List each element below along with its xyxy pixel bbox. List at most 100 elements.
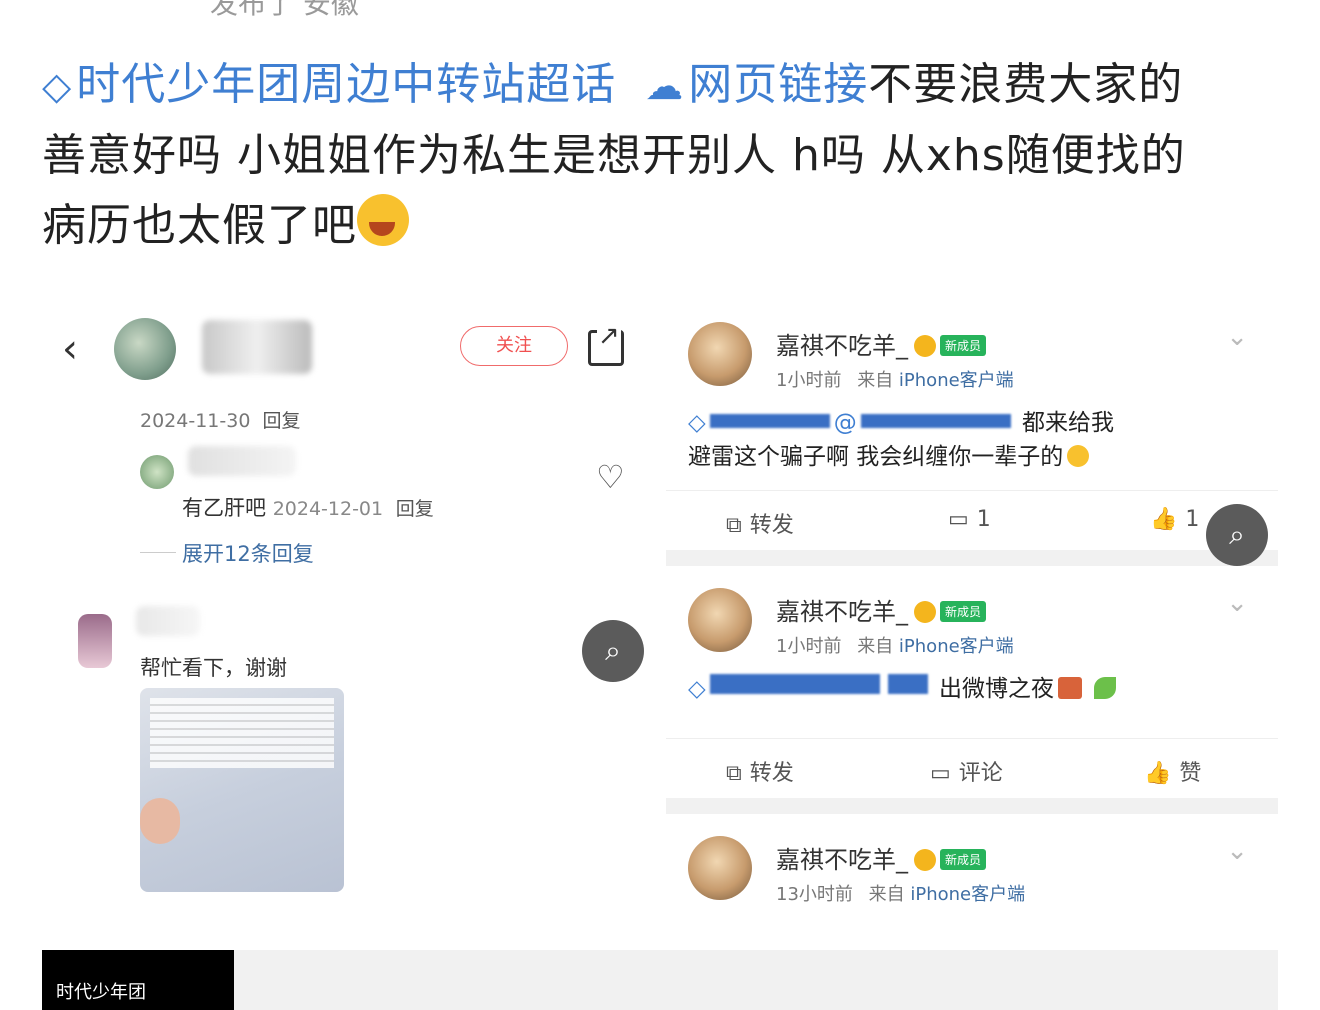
- comment-date: 2024-11-30: [140, 410, 251, 432]
- source-prefix: 来自: [868, 884, 905, 905]
- web-link-icon: ☁: [645, 64, 685, 108]
- laughing-crying-emoji-icon: [357, 194, 409, 246]
- divider: [140, 552, 176, 553]
- next-image-strip: [234, 950, 1278, 1010]
- right-screenshot: 嘉祺不吃羊_ 新成员 1小时前 来自 iPhone客户端 ⌄ ◇ @ 都来给我 避雷…: [666, 300, 1278, 915]
- source-prefix: 来自: [857, 636, 894, 657]
- medical-record-photo: [140, 688, 344, 892]
- like-button: 👍 1: [1150, 507, 1199, 532]
- reply-text: 有乙肝吧: [182, 496, 266, 520]
- username: 嘉祺不吃羊_: [776, 598, 908, 626]
- card-text: 避雷这个骗子啊 我会纠缠你一辈子的: [688, 444, 1064, 470]
- comment-meta: 2024-11-30 回复: [140, 406, 300, 433]
- expand-replies-link: 展开12条回复: [182, 542, 314, 566]
- image-search-icon[interactable]: ⌕: [582, 620, 644, 682]
- avatar: [688, 836, 752, 900]
- comment-icon: ▭: [948, 507, 969, 532]
- avatar: [140, 455, 174, 489]
- repost-button: ⧉ 转发: [726, 507, 794, 539]
- card-actions: ⧉ 转发 ▭ 评论 👍 赞: [666, 738, 1278, 799]
- comment-button: ▭ 评论: [930, 755, 1003, 787]
- repost-button: ⧉ 转发: [726, 755, 794, 787]
- vip-badge-icon: [914, 335, 936, 357]
- comment-button: ▭ 1: [948, 507, 991, 532]
- smile-emoji-icon: [1067, 445, 1090, 467]
- card-actions: ⧉ 转发 ▭ 1 👍 1: [666, 490, 1278, 551]
- source-client: iPhone客户端: [898, 636, 1014, 657]
- blurred-username: [202, 320, 312, 374]
- web-link[interactable]: 网页链接: [688, 59, 868, 110]
- leaf-emoji-icon: [1094, 677, 1117, 699]
- left-screenshot: ‹ 关注 2024-11-30 回复 ♡ 有乙肝吧 2024-12-01 回复 …: [42, 300, 652, 915]
- repost-label: 转发: [749, 761, 794, 786]
- heart-icon: ♡: [596, 458, 625, 496]
- comment-label: 评论: [958, 761, 1003, 786]
- thumbs-up-icon: 👍: [1144, 761, 1172, 786]
- hotel-emoji-icon: [1058, 677, 1083, 699]
- username-row: 嘉祺不吃羊_ 新成员: [776, 326, 987, 361]
- chevron-down-icon: ⌄: [1226, 836, 1248, 866]
- redacted-text: [887, 674, 928, 694]
- source-client: iPhone客户端: [898, 370, 1014, 391]
- source-client: iPhone客户端: [910, 884, 1026, 905]
- post-text-line2: 善意好吗 小姐姐作为私生是想开别人 h吗 从xhs随便找的: [42, 130, 1186, 181]
- redacted-text: [709, 674, 880, 694]
- avatar: [688, 322, 752, 386]
- like-count: 1: [1185, 507, 1200, 532]
- post-meta: 13小时前 来自 iPhone客户端: [776, 880, 1025, 906]
- avatar: [114, 318, 176, 380]
- post-meta: 1小时前 来自 iPhone客户端: [776, 632, 1014, 658]
- card-text: 都来给我: [1022, 410, 1115, 436]
- card-body: ◇ @ 都来给我 避雷这个骗子啊 我会纠缠你一辈子的: [688, 410, 1115, 470]
- reply-link: 回复: [395, 498, 434, 520]
- blurred-username: [188, 446, 296, 476]
- username-row: 嘉祺不吃羊_ 新成员: [776, 592, 987, 627]
- next-image-thumbnail[interactable]: 时代少年团: [42, 950, 234, 1010]
- weibo-card: 嘉祺不吃羊_ 新成员 13小时前 来自 iPhone客户端 ⌄: [666, 814, 1278, 915]
- comment-text: 帮忙看下，谢谢: [140, 656, 287, 680]
- blurred-username: [136, 606, 200, 636]
- post-time: 13小时前: [776, 884, 853, 905]
- comment-count: 1: [976, 507, 991, 532]
- repost-label: 转发: [749, 513, 794, 538]
- document-sheet: [150, 698, 334, 768]
- card-body: ◇ 出微博之夜: [688, 672, 1258, 706]
- like-label: 赞: [1179, 761, 1202, 786]
- card-text: 出微博之夜: [939, 676, 1055, 702]
- post-text-line3: 病历也太假了吧: [42, 200, 357, 251]
- share-icon: [588, 321, 624, 366]
- thumbs-up-icon: 👍: [1150, 507, 1178, 532]
- follow-button: 关注: [460, 326, 568, 366]
- username-row: 嘉祺不吃羊_ 新成员: [776, 840, 987, 875]
- previous-post-cut-text: 发布了 安徽: [210, 0, 359, 20]
- new-member-badge: 新成员: [940, 335, 987, 356]
- avatar: [688, 588, 752, 652]
- reply-row: 有乙肝吧 2024-12-01 回复: [182, 492, 434, 522]
- post-meta: 1小时前 来自 iPhone客户端: [776, 366, 1014, 392]
- new-member-badge: 新成员: [940, 849, 987, 870]
- super-topic-link[interactable]: 时代少年团周边中转站超话: [76, 59, 616, 110]
- diamond-icon: ◇: [688, 676, 706, 702]
- post-image-collage[interactable]: ‹ 关注 2024-11-30 回复 ♡ 有乙肝吧 2024-12-01 回复 …: [42, 300, 1278, 915]
- username: 嘉祺不吃羊_: [776, 332, 908, 360]
- reply-date: 2024-12-01: [272, 498, 384, 520]
- super-topic-diamond-icon: ◇: [42, 64, 73, 108]
- vip-badge-icon: [914, 601, 936, 623]
- image-search-icon[interactable]: ⌕: [1206, 504, 1268, 566]
- post-text-line1: 不要浪费大家的: [868, 59, 1184, 110]
- chevron-down-icon: ⌄: [1226, 588, 1248, 618]
- vip-badge-icon: [914, 849, 936, 871]
- repost-icon: ⧉: [726, 761, 742, 786]
- post-time: 1小时前: [776, 636, 842, 657]
- back-chevron-icon: ‹: [62, 326, 78, 372]
- chevron-down-icon: ⌄: [1226, 322, 1248, 352]
- weibo-card: 嘉祺不吃羊_ 新成员 1小时前 来自 iPhone客户端 ⌄ ◇ 出微博之夜 ⧉ 转…: [666, 566, 1278, 798]
- hand: [140, 798, 180, 844]
- like-button: 👍 赞: [1144, 755, 1201, 787]
- post-time: 1小时前: [776, 370, 842, 391]
- reply-link: 回复: [262, 410, 301, 432]
- repost-icon: ⧉: [726, 513, 742, 538]
- avatar: [78, 614, 112, 668]
- redacted-text: [709, 414, 830, 428]
- weibo-card: 嘉祺不吃羊_ 新成员 1小时前 来自 iPhone客户端 ⌄ ◇ @ 都来给我 避雷…: [666, 300, 1278, 550]
